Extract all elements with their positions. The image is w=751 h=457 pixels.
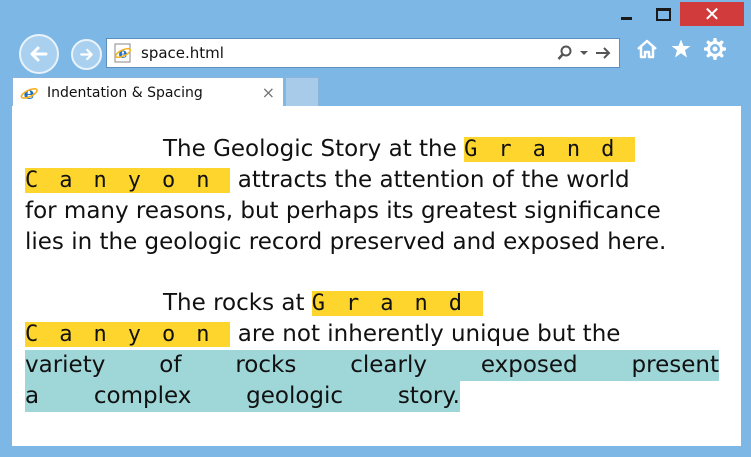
- word: story.: [397, 383, 460, 409]
- para2-line2: Canyon are not inherently unique but the: [25, 319, 719, 350]
- toolbar-icons: [636, 38, 726, 60]
- word: complex: [93, 383, 192, 409]
- new-tab-button[interactable]: [285, 77, 319, 107]
- word: a: [25, 383, 40, 409]
- para2-line2-text: are not inherently unique but the: [237, 321, 621, 347]
- back-button[interactable]: [19, 34, 59, 74]
- url-text[interactable]: space.html: [141, 44, 557, 62]
- highlight-grand-2: Grand: [311, 291, 484, 316]
- word: variety: [25, 352, 106, 378]
- highlight-canyon-2: Canyon: [25, 322, 231, 347]
- para2-line4-justified: a complex geologic story.: [25, 381, 460, 412]
- dropdown-arrow-icon[interactable]: [579, 49, 589, 57]
- word: geologic: [246, 383, 344, 409]
- highlight-grand: Grand: [464, 137, 636, 162]
- close-window-button[interactable]: ✕: [680, 2, 744, 26]
- address-bar[interactable]: e space.html: [106, 38, 620, 68]
- ie-tab-icon: e: [20, 84, 38, 103]
- forward-button[interactable]: [71, 39, 102, 70]
- back-arrow-icon: [30, 46, 48, 62]
- browser-window: ✕ e space.html e Indentation & Spacing ×…: [0, 0, 751, 457]
- search-icon[interactable]: [557, 45, 573, 61]
- svg-text:e: e: [24, 84, 35, 103]
- tab-close-icon[interactable]: ×: [262, 83, 275, 102]
- paragraph-2: The rocks at Grand Canyon are not inhere…: [25, 288, 719, 412]
- minimize-button[interactable]: [605, 2, 647, 26]
- maximize-button[interactable]: [642, 2, 684, 26]
- paragraph-1: The Geologic Story at the Grand Canyon a…: [25, 134, 719, 258]
- address-tools: [557, 45, 611, 61]
- para1-line4: lies in the geologic record preserved an…: [25, 229, 667, 255]
- para2-line3-justified: variety of rocks clearly exposed present: [25, 350, 719, 381]
- page-content: The Geologic Story at the Grand Canyon a…: [12, 106, 741, 446]
- word: clearly: [350, 352, 427, 378]
- word: present: [631, 352, 719, 378]
- para2-line4-bg: a complex geologic story.: [25, 381, 460, 412]
- para1-line2: Canyon attracts the attention of the wor…: [25, 165, 719, 196]
- word: rocks: [235, 352, 297, 378]
- highlight-canyon: Canyon: [25, 168, 231, 193]
- close-icon: ✕: [703, 2, 721, 26]
- settings-gear-icon[interactable]: [704, 38, 726, 60]
- para2-line1-text: The rocks at: [163, 290, 305, 316]
- para1-line3: for many reasons, but perhaps its greate…: [25, 198, 661, 224]
- favorites-star-icon[interactable]: [670, 38, 692, 60]
- go-arrow-icon[interactable]: [595, 46, 611, 60]
- para2-line1: The rocks at Grand: [25, 288, 719, 319]
- forward-arrow-icon: [80, 48, 93, 61]
- ie-page-icon: e: [114, 43, 132, 63]
- word: exposed: [480, 352, 578, 378]
- minimize-icon: [620, 17, 632, 20]
- tab-indentation-spacing[interactable]: e Indentation & Spacing ×: [12, 77, 284, 107]
- para1-line1-text: The Geologic Story at the: [163, 136, 457, 162]
- para1-line2-text: attracts the attention of the world: [237, 167, 630, 193]
- tab-title: Indentation & Spacing: [47, 84, 203, 101]
- maximize-icon: [655, 7, 671, 21]
- para1-line1: The Geologic Story at the Grand: [25, 134, 719, 165]
- home-icon[interactable]: [636, 38, 658, 60]
- word: of: [159, 352, 182, 378]
